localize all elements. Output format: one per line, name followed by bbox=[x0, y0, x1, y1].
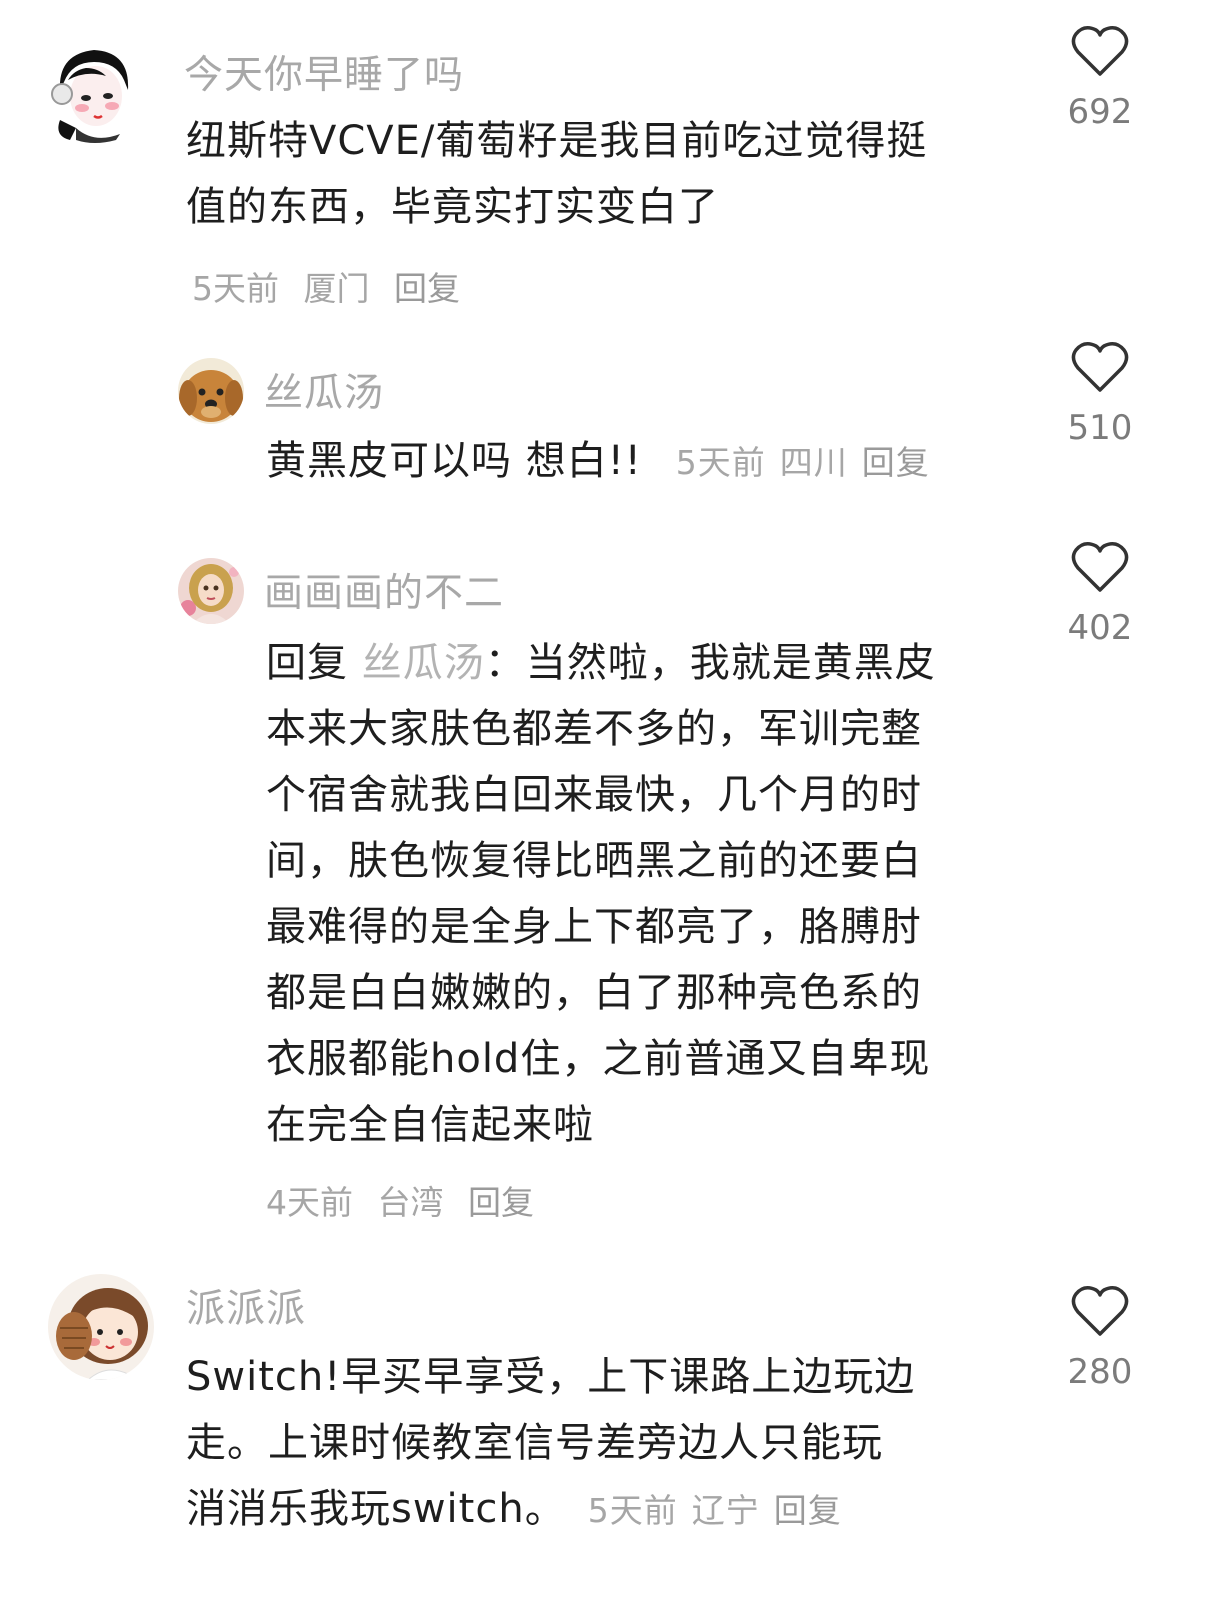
like-count: 692 bbox=[1067, 92, 1133, 132]
comment-text-line: Switch!早买早享受，上下课路上边玩边 bbox=[186, 1354, 916, 1400]
comment-time: 5天前 bbox=[675, 443, 766, 482]
comment-text: Switch!早买早享受，上下课路上边玩边 走。上课时候教室信号差旁边人只能玩 … bbox=[186, 1344, 1046, 1544]
comment-text-rest: ：当然啦，我就是黄黑皮 bbox=[484, 640, 936, 686]
comment-username[interactable]: 派派派 bbox=[186, 1278, 306, 1334]
comment-text-line: 本来大家肤色都差不多的，军训完整 bbox=[266, 706, 922, 752]
comment-text-line: 都是白白嫩嫩的，白了那种亮色系的 bbox=[266, 970, 922, 1016]
comment-text: 黄黑皮可以吗 想白!! 5天前 四川 回复 bbox=[266, 428, 1046, 496]
comment-text-line: 最难得的是全身上下都亮了，胳膊肘 bbox=[266, 904, 922, 950]
like-count: 280 bbox=[1067, 1352, 1133, 1392]
reply-button[interactable]: 回复 bbox=[394, 269, 460, 308]
comment-location: 厦门 bbox=[303, 269, 370, 308]
comment-text-line: 黄黑皮可以吗 想白!! bbox=[266, 438, 642, 484]
comment-time: 5天前 bbox=[587, 1491, 678, 1530]
like-count: 402 bbox=[1067, 608, 1133, 648]
mention-link[interactable]: 丝瓜汤 bbox=[362, 640, 485, 686]
like-button[interactable]: 280 bbox=[1040, 1284, 1160, 1392]
reply-prefix: 回复 bbox=[266, 640, 348, 686]
dog-avatar[interactable] bbox=[178, 358, 244, 424]
comment-location: 辽宁 bbox=[691, 1491, 760, 1530]
comment-text-line: 在完全自信起来啦 bbox=[266, 1102, 594, 1148]
heart-outline-icon bbox=[1071, 26, 1129, 76]
comment-text-line: 纽斯特VCVE/葡萄籽是我目前吃过觉得挺 bbox=[186, 118, 928, 164]
like-button[interactable]: 510 bbox=[1040, 340, 1160, 448]
doll-avatar[interactable] bbox=[178, 558, 244, 624]
reply-button[interactable]: 回复 bbox=[862, 443, 930, 482]
comment-text-line: 走。上课时候教室信号差旁边人只能玩 bbox=[186, 1420, 883, 1466]
cartoon-girl-avatar[interactable] bbox=[48, 1274, 154, 1380]
comment-meta: 5天前 厦门 回复 bbox=[192, 262, 474, 310]
comment-username[interactable]: 画画画的不二 bbox=[264, 562, 504, 618]
like-count: 510 bbox=[1067, 408, 1133, 448]
heart-outline-icon bbox=[1071, 342, 1129, 392]
comment-text-line: 衣服都能hold住，之前普通又自卑现 bbox=[266, 1036, 931, 1082]
comment-location: 台湾 bbox=[377, 1183, 444, 1222]
comment-text-last: 消消乐我玩switch。 bbox=[186, 1486, 566, 1532]
comment-username[interactable]: 今天你早睡了吗 bbox=[184, 44, 464, 100]
comment-text: 回复 丝瓜汤：当然啦，我就是黄黑皮 本来大家肤色都差不多的，军训完整 个宿舍就我… bbox=[266, 630, 1026, 1158]
comment-text-line: 个宿舍就我白回来最快，几个月的时 bbox=[266, 772, 922, 818]
like-button[interactable]: 402 bbox=[1040, 540, 1160, 648]
heart-outline-icon bbox=[1071, 1286, 1129, 1336]
comment-time: 4天前 bbox=[266, 1183, 353, 1222]
heart-outline-icon bbox=[1071, 542, 1129, 592]
comment-location: 四川 bbox=[779, 443, 848, 482]
comment-time: 5天前 bbox=[192, 269, 279, 308]
reply-button[interactable]: 回复 bbox=[774, 1491, 842, 1530]
comment-text-line: 间，肤色恢复得比晒黑之前的还要白 bbox=[266, 838, 922, 884]
comment-text-line: 回复 丝瓜汤：当然啦，我就是黄黑皮 bbox=[266, 630, 1026, 696]
comment-meta: 5天前 辽宁 回复 bbox=[588, 1491, 856, 1530]
comment-text-line: 消消乐我玩switch。 5天前 辽宁 回复 bbox=[186, 1476, 1046, 1544]
reply-button[interactable]: 回复 bbox=[468, 1183, 534, 1222]
anime-girl-avatar[interactable] bbox=[46, 40, 142, 144]
comment-meta: 4天前 台湾 回复 bbox=[266, 1176, 548, 1224]
comment-text: 纽斯特VCVE/葡萄籽是我目前吃过觉得挺 值的东西，毕竟实打实变白了 bbox=[186, 108, 1046, 240]
comment-text-line: 值的东西，毕竟实打实变白了 bbox=[186, 184, 719, 230]
like-button[interactable]: 692 bbox=[1040, 24, 1160, 132]
comment-username[interactable]: 丝瓜汤 bbox=[264, 362, 384, 418]
comment-meta: 5天前 四川 回复 bbox=[676, 443, 944, 482]
